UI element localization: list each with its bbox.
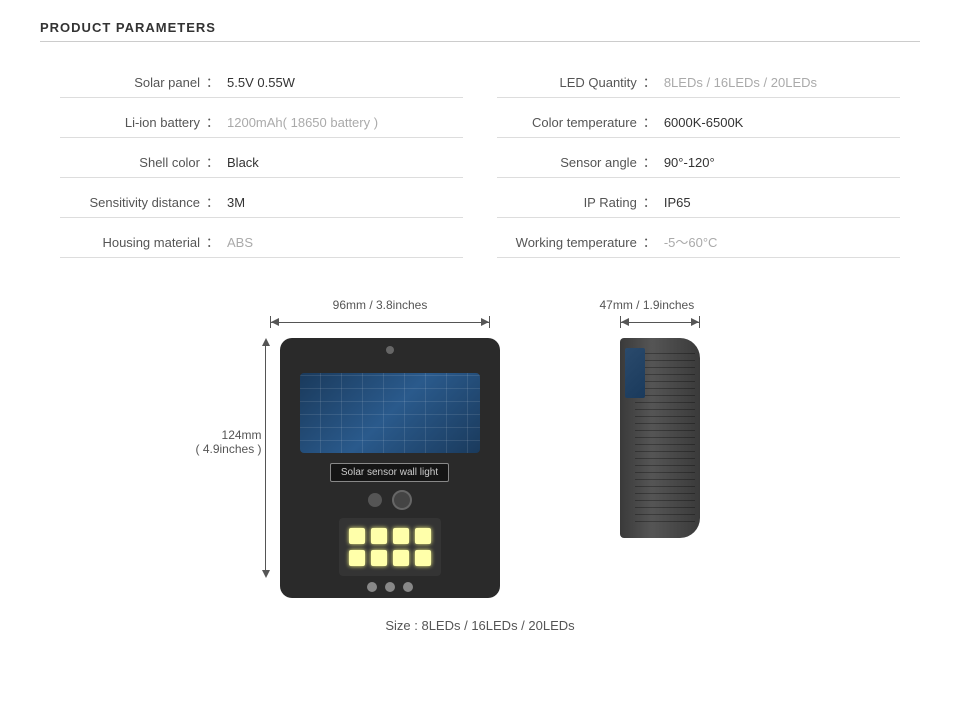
param-value-battery: 1200mAh( 18650 battery ) [227,115,378,130]
sensor-row [368,490,412,510]
param-row-color-temp: Color temperature ： 6000K-6500K [497,112,900,138]
params-col-left: Solar panel ： 5.5V 0.55W Li-ion battery … [60,72,463,258]
param-row-sensor-angle: Sensor angle ： 90°-120° [497,152,900,178]
param-colon-housing: ： [206,232,219,251]
param-value-sensor-angle: 90°-120° [664,155,715,170]
size-caption: Size : 8LEDs / 16LEDs / 20LEDs [40,618,920,633]
param-colon-working-temp: ： [643,232,656,251]
product-side-image [620,338,700,538]
param-label-color-temp: Color temperature [497,115,637,130]
param-value-solar: 5.5V 0.55W [227,75,295,90]
param-label-ip: IP Rating [497,195,637,210]
param-label-housing: Housing material [60,235,200,250]
param-colon-sensor-angle: ： [643,152,656,171]
param-label-battery: Li-ion battery [60,115,200,130]
dimensions-section: 96mm / 3.8inches 1 [40,298,920,633]
param-colon-ip: ： [643,192,656,211]
param-value-working-temp: -5～60°C [664,232,718,251]
width-measure-right: 47mm / 1.9inches [620,298,700,328]
led-8 [415,550,431,566]
param-colon-led-qty: ： [643,72,656,91]
front-view-with-height: 124mm ( 4.9inches ) [261,338,500,598]
led-1 [349,528,365,544]
height-label: 124mm ( 4.9inches ) [196,428,262,456]
param-colon-solar: ： [206,72,219,91]
solar-panel-visual [300,373,480,453]
param-row-led-qty: LED Quantity ： 8LEDs / 16LEDs / 20LEDs [497,72,900,98]
product-front-image: Solar sensor wall light [280,338,500,598]
param-value-housing: ABS [227,235,253,250]
param-label-working-temp: Working temperature [497,235,637,250]
param-value-shell: Black [227,155,259,170]
header-divider [40,41,920,42]
front-view-container: 96mm / 3.8inches 1 [261,298,500,598]
width-measure: 96mm / 3.8inches [270,298,490,328]
param-row-solar: Solar panel ： 5.5V 0.55W [60,72,463,98]
section-title: PRODUCT PARAMETERS [40,20,920,35]
width-label: 96mm / 3.8inches [270,298,490,312]
led-4 [415,528,431,544]
section-header: PRODUCT PARAMETERS [40,20,920,42]
param-row-working-temp: Working temperature ： -5～60°C [497,232,900,258]
param-colon-shell: ： [206,152,219,171]
pir-sensor [392,490,412,510]
param-label-sensor-angle: Sensor angle [497,155,637,170]
led-grid [339,518,441,576]
led-6 [371,550,387,566]
param-colon-sensitivity: ： [206,192,219,211]
param-row-housing: Housing material ： ABS [60,232,463,258]
led-3 [393,528,409,544]
side-view-container: 47mm / 1.9inches [620,298,700,538]
product-label-text: Solar sensor wall light [330,463,449,482]
param-label-solar: Solar panel [60,75,200,90]
param-value-sensitivity: 3M [227,195,245,210]
params-col-right: LED Quantity ： 8LEDs / 16LEDs / 20LEDs C… [497,72,900,258]
bottom-dot-2 [385,582,395,592]
param-row-sensitivity: Sensitivity distance ： 3M [60,192,463,218]
led-5 [349,550,365,566]
bottom-dot-3 [403,582,413,592]
params-section: Solar panel ： 5.5V 0.55W Li-ion battery … [40,62,920,268]
led-2 [371,528,387,544]
param-label-sensitivity: Sensitivity distance [60,195,200,210]
page: PRODUCT PARAMETERS Solar panel ： 5.5V 0.… [0,0,960,715]
height-measure: 124mm ( 4.9inches ) [261,338,270,578]
param-value-color-temp: 6000K-6500K [664,115,744,130]
param-row-battery: Li-ion battery ： 1200mAh( 18650 battery … [60,112,463,138]
param-row-shell: Shell color ： Black [60,152,463,178]
led-7 [393,550,409,566]
sensor-dot [368,493,382,507]
param-value-led-qty: 8LEDs / 16LEDs / 20LEDs [664,75,817,90]
param-label-led-qty: LED Quantity [497,75,637,90]
bottom-dot-1 [367,582,377,592]
width-right-label: 47mm / 1.9inches [600,298,680,312]
param-colon-color-temp: ： [643,112,656,131]
param-value-ip: IP65 [664,195,691,210]
bottom-dots [367,582,413,592]
param-label-shell: Shell color [60,155,200,170]
param-colon-battery: ： [206,112,219,131]
param-row-ip: IP Rating ： IP65 [497,192,900,218]
